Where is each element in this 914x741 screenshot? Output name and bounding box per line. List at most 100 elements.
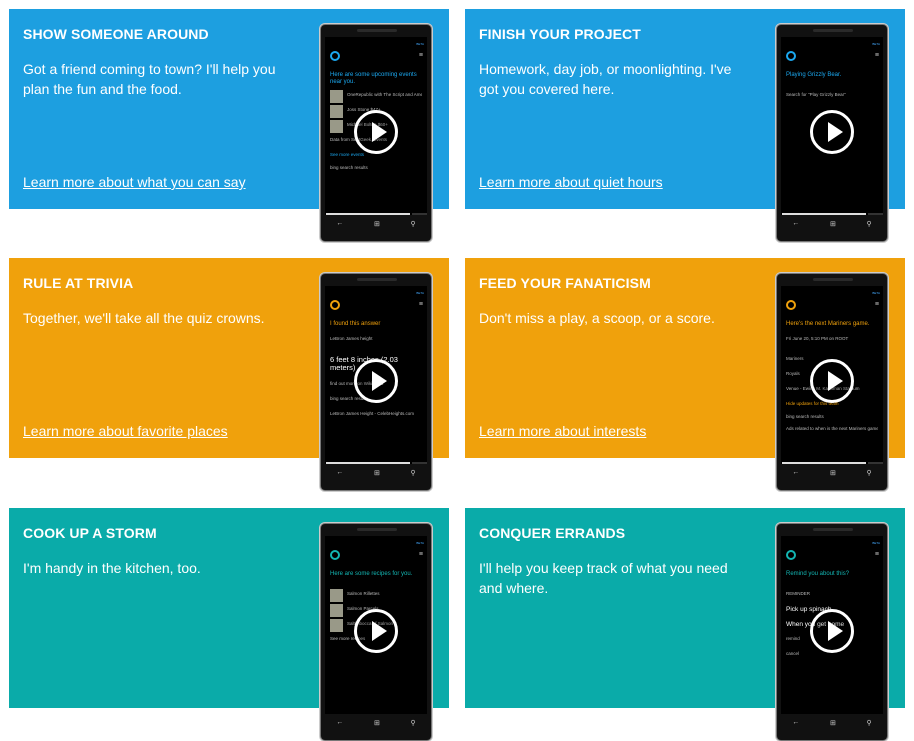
play-icon[interactable] (810, 609, 854, 653)
hamburger-menu-icon: ≡ (874, 52, 879, 59)
tile-title: CONQUER ERRANDS (479, 525, 626, 541)
cortana-ring-icon (330, 300, 340, 310)
tile-description: I'll help you keep track of what you nee… (479, 560, 728, 596)
search-icon: ⚲ (410, 470, 416, 477)
feature-tile: SHOW SOMEONE AROUND Got a friend coming … (9, 9, 449, 242)
cortana-response-heading: I found this answer (330, 321, 381, 327)
beta-label: BETA (416, 541, 424, 545)
learn-more-link[interactable]: Learn more about interests (479, 423, 646, 439)
learn-more-link[interactable]: Learn more about what you can say (23, 174, 246, 190)
back-icon: ← (792, 469, 800, 476)
result-thumbnail (330, 619, 343, 632)
phone-nav-bar: ← ⊞ ⚲ (777, 220, 887, 228)
cortana-ring-icon (330, 51, 340, 61)
tile-title: FINISH YOUR PROJECT (479, 26, 641, 42)
result-thumbnail (330, 589, 343, 602)
phone-screen-line: Search for "Play Grizzly Bear" (786, 92, 846, 97)
play-icon[interactable] (354, 110, 398, 154)
search-icon: ⚲ (410, 221, 416, 228)
play-icon[interactable] (810, 359, 854, 403)
windows-icon: ⊞ (829, 720, 836, 727)
tile-description: I'm handy in the kitchen, too. (23, 560, 201, 576)
windows-icon: ⊞ (829, 221, 836, 228)
microphone-icon: 🎙 (868, 462, 883, 464)
cortana-ring-icon (330, 550, 340, 560)
back-icon: ← (336, 469, 344, 476)
beta-label: BETA (872, 291, 880, 295)
hamburger-menu-icon: ≡ (874, 301, 879, 308)
phone-nav-bar: ← ⊞ ⚲ (321, 469, 431, 477)
hamburger-menu-icon: ≡ (418, 52, 423, 59)
cortana-response-heading: Remind you about this? (786, 571, 850, 577)
phone-speaker (813, 528, 853, 531)
cortana-response-heading: Here are some upcoming events near you. (330, 72, 417, 85)
phone-screen-line: OneRepublic with The Script and American… (347, 92, 422, 97)
search-input (782, 213, 866, 215)
phone-nav-bar: ← ⊞ ⚲ (321, 719, 431, 727)
phone-video-preview[interactable]: BETA ≡ Playing Grizzly Bear. Search for … (776, 24, 888, 242)
feature-tile: RULE AT TRIVIA Together, we'll take all … (9, 258, 449, 491)
search-icon: ⚲ (866, 470, 872, 477)
search-input: when is the next Mariners game (782, 462, 866, 464)
result-thumbnail (330, 120, 343, 133)
learn-more-link[interactable]: Learn more about quiet hours (479, 174, 663, 190)
tile-description: Together, we'll take all the quiz crowns… (23, 310, 265, 326)
result-thumbnail (330, 105, 343, 118)
phone-nav-bar: ← ⊞ ⚲ (777, 719, 887, 727)
phone-speaker (357, 29, 397, 32)
microphone-icon: 🎙 (412, 213, 427, 215)
tile-title: SHOW SOMEONE AROUND (23, 26, 209, 42)
phone-nav-bar: ← ⊞ ⚲ (777, 469, 887, 477)
play-icon[interactable] (354, 609, 398, 653)
phone-video-preview[interactable]: BETA ≡ Here are some upcoming events nea… (320, 24, 432, 242)
tile-description: Got a friend coming to town? I'll help y… (23, 61, 276, 97)
search-icon: ⚲ (410, 720, 416, 727)
phone-screen-line: LeBron James height (330, 336, 373, 341)
search-input: events near by (326, 213, 410, 215)
cortana-ring-icon (786, 550, 796, 560)
search-input: how tall is LeBron James (326, 462, 410, 464)
phone-speaker (357, 528, 397, 531)
phone-screen-line: bing search results (330, 165, 368, 170)
feature-tile: CONQUER ERRANDS I'll help you keep track… (465, 508, 905, 741)
phone-video-preview[interactable]: BETA ≡ Here's the next Mariners game. Fr… (776, 273, 888, 491)
beta-label: BETA (416, 42, 424, 46)
cortana-ring-icon (786, 51, 796, 61)
phone-nav-bar: ← ⊞ ⚲ (321, 220, 431, 228)
tile-title: RULE AT TRIVIA (23, 275, 134, 291)
phone-screen-line: REMINDER (786, 591, 811, 596)
cortana-response-heading: Here are some recipes for you. (330, 571, 413, 577)
result-thumbnail (330, 90, 343, 103)
back-icon: ← (792, 719, 800, 726)
phone-speaker (357, 278, 397, 281)
beta-label: BETA (416, 291, 424, 295)
phone-screen-line: Salmon Rillettes (347, 591, 380, 596)
beta-label: BETA (872, 42, 880, 46)
hamburger-menu-icon: ≡ (874, 551, 879, 558)
phone-video-preview[interactable]: BETA ≡ Remind you about this? REMINDER Pi… (776, 523, 888, 741)
phone-screen-line: bing search results (786, 414, 824, 419)
beta-label: BETA (872, 541, 880, 545)
phone-video-preview[interactable]: BETA ≡ I found this answer LeBron James … (320, 273, 432, 491)
windows-icon: ⊞ (829, 470, 836, 477)
phone-screen-line: Ads related to when is the next Mariners… (786, 426, 878, 431)
result-thumbnail (330, 604, 343, 617)
phone-screen-line: LeBron James Height - CelebHeights.com (330, 411, 415, 416)
play-icon[interactable] (810, 110, 854, 154)
tile-description: Homework, day job, or moonlighting. I've… (479, 61, 732, 97)
microphone-icon: 🎙 (412, 462, 427, 464)
hamburger-menu-icon: ≡ (418, 551, 423, 558)
phone-video-preview[interactable]: BETA ≡ Here are some recipes for you. Sa… (320, 523, 432, 741)
phone-speaker (813, 278, 853, 281)
back-icon: ← (336, 719, 344, 726)
search-icon: ⚲ (866, 221, 872, 228)
back-icon: ← (792, 220, 800, 227)
phone-speaker (813, 29, 853, 32)
tile-title: FEED YOUR FANATICISM (479, 275, 651, 291)
hamburger-menu-icon: ≡ (418, 301, 423, 308)
learn-more-link[interactable]: Learn more about favorite places (23, 423, 228, 439)
cortana-ring-icon (786, 300, 796, 310)
play-icon[interactable] (354, 359, 398, 403)
cortana-response-heading: Here's the next Mariners game. (786, 321, 870, 327)
back-icon: ← (336, 220, 344, 227)
